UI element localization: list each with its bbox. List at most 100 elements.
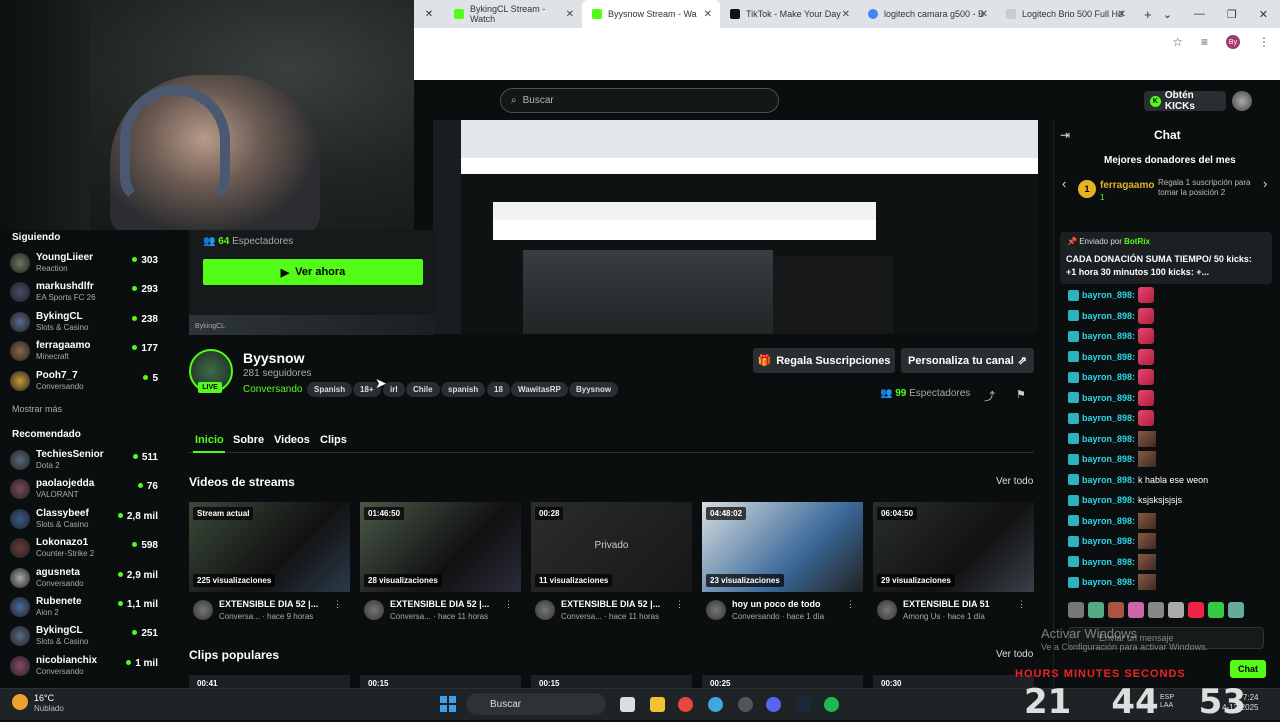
video-card[interactable]: 04:48:02 23 visualizaciones hoy un poco de… (702, 502, 863, 624)
menu-icon[interactable]: ⋮ (1258, 35, 1270, 49)
tab-videos[interactable]: Videos (274, 434, 310, 446)
video-thumbnail[interactable]: 01:46:50 28 visualizaciones (360, 502, 521, 592)
emote-icon[interactable] (1208, 602, 1224, 618)
tab-clips[interactable]: Clips (320, 434, 347, 446)
sidebar-channel[interactable]: Classybeef Slots & Casino 2,8 mil (10, 505, 160, 533)
tab-sobre[interactable]: Sobre (233, 434, 264, 446)
donor-name[interactable]: ferragaamo (1100, 180, 1154, 191)
close-icon[interactable]: ✕ (566, 9, 574, 20)
chat-username[interactable]: bayron_898: (1082, 290, 1135, 300)
emote-icon[interactable] (1188, 602, 1204, 618)
video-title[interactable]: EXTENSIBLE DIA 52 |... (219, 599, 327, 609)
language-indicator[interactable]: ESP LAA (1160, 694, 1174, 711)
spotify-icon[interactable] (824, 697, 839, 712)
sidebar-channel[interactable]: nicobianchix Conversando 1 mil (10, 652, 160, 680)
close-icon[interactable]: ✕ (980, 9, 988, 20)
channel-tag[interactable]: Spanish (307, 382, 353, 397)
new-tab-button[interactable]: + (1134, 0, 1164, 28)
chat-username[interactable]: bayron_898: (1082, 577, 1135, 587)
sidebar-channel[interactable]: paolaojedda VALORANT 76 (10, 475, 160, 503)
channel-tag[interactable]: Byysnow (569, 382, 619, 397)
video-card[interactable]: Stream actual 225 visualizaciones EXTENSIB… (189, 502, 350, 624)
minimize-icon[interactable]: — (1194, 8, 1205, 20)
close-icon[interactable]: ✕ (704, 9, 712, 20)
chat-username[interactable]: bayron_898: (1082, 434, 1135, 444)
video-card[interactable]: 00:28 Privado 11 visualizaciones EXTENSIBLE… (531, 502, 692, 624)
emote-icon[interactable] (1108, 602, 1124, 618)
sidebar-channel[interactable]: agusneta Conversando 2,9 mil (10, 564, 160, 592)
chat-username[interactable]: bayron_898: (1082, 372, 1135, 382)
channel-category[interactable]: Conversando (243, 384, 302, 395)
chat-username[interactable]: bayron_898: (1082, 352, 1135, 362)
browser-tab[interactable]: BykingCL Stream - Watch ✕ (444, 0, 582, 28)
chevron-left-icon[interactable]: ‹ (1062, 176, 1066, 191)
chat-send-button[interactable]: Chat (1230, 660, 1266, 678)
emote-icon[interactable] (1088, 602, 1104, 618)
browser-tab[interactable]: TikTok - Make Your Day ✕ (720, 0, 858, 28)
video-card[interactable]: 06:04:50 29 visualizaciones EXTENSIBLE DIA… (873, 502, 1034, 624)
windows-start-icon[interactable] (440, 696, 456, 712)
browser-tab[interactable]: logitech camara g500 - B ✕ (858, 0, 996, 28)
chat-username[interactable]: bayron_898: (1082, 495, 1135, 505)
chat-username[interactable]: bayron_898: (1082, 516, 1135, 526)
share-icon[interactable]: ⤴ (984, 388, 995, 404)
close-icon[interactable]: ✕ (1118, 9, 1126, 20)
task-view-icon[interactable] (620, 697, 635, 712)
see-all-clips-link[interactable]: Ver todo (996, 649, 1033, 660)
video-title[interactable]: EXTENSIBLE DIA 51 (903, 599, 1011, 609)
taskbar-search[interactable]: Buscar (466, 693, 606, 715)
chat-username[interactable]: bayron_898: (1082, 413, 1135, 423)
tab-close-icon[interactable]: ✕ (414, 0, 444, 28)
chat-username[interactable]: bayron_898: (1082, 454, 1135, 464)
video-thumbnail[interactable]: 06:04:50 29 visualizaciones (873, 502, 1034, 592)
video-title[interactable]: EXTENSIBLE DIA 52 |... (390, 599, 498, 609)
chat-username[interactable]: bayron_898: (1082, 331, 1135, 341)
browser-tab-active[interactable]: Byysnow Stream - Wa ✕ (582, 0, 720, 28)
browser-tab[interactable]: Logitech Brio 500 Full Hd ✕ (996, 0, 1134, 28)
chat-username[interactable]: bayron_898: (1082, 536, 1135, 546)
get-kicks-button[interactable]: K Obtén KICKs (1144, 90, 1226, 112)
search-input[interactable]: ⌕ Buscar (500, 88, 779, 113)
donor-prompt[interactable]: Regala 1 suscripción para tomar la posic… (1158, 178, 1258, 197)
channel-tag[interactable]: 18 (487, 382, 510, 397)
video-card[interactable]: 01:46:50 28 visualizaciones EXTENSIBLE DIA… (360, 502, 521, 624)
emote-icon[interactable] (1068, 602, 1084, 618)
sidebar-channel[interactable]: TechiesSenior Dota 2 511 (10, 446, 160, 474)
emote-icon[interactable] (1228, 602, 1244, 618)
file-explorer-icon[interactable] (650, 697, 665, 712)
sidebar-channel[interactable]: BykingCL Slots & Casino 238 (10, 308, 160, 336)
collapse-chat-icon[interactable]: ⇥ (1060, 128, 1070, 142)
emote-icon[interactable] (1128, 602, 1144, 618)
close-icon[interactable]: ✕ (1259, 8, 1268, 21)
channel-tag[interactable]: WawitasRP (511, 382, 568, 397)
chat-username[interactable]: bayron_898: (1082, 475, 1135, 485)
obs-icon[interactable] (738, 697, 753, 712)
watch-now-button[interactable]: ▶ Ver ahora (203, 259, 423, 285)
chat-username[interactable]: bayron_898: (1082, 311, 1135, 321)
channel-tag[interactable]: spanish (441, 382, 486, 397)
sidebar-channel[interactable]: Rubenete Aion 2 1,1 mil (10, 593, 160, 621)
tab-inicio[interactable]: Inicio (195, 434, 224, 446)
more-options-icon[interactable]: ⋮ (675, 599, 684, 610)
sidebar-channel[interactable]: ferragaamo Minecraft 177 (10, 337, 160, 365)
clock[interactable]: 7:24 4-12-2025 (1222, 693, 1258, 714)
video-thumbnail[interactable]: 00:28 Privado 11 visualizaciones (531, 502, 692, 592)
steam-icon[interactable] (795, 697, 810, 712)
show-more-link[interactable]: Mostrar más (12, 404, 62, 414)
gift-subs-button[interactable]: 🎁 Regala Suscripciones (753, 348, 895, 373)
video-title[interactable]: EXTENSIBLE DIA 52 |... (561, 599, 669, 609)
more-options-icon[interactable]: ⋮ (846, 599, 855, 610)
sidebar-channel[interactable]: BykingCL Slots & Casino 251 (10, 622, 160, 650)
customize-channel-button[interactable]: Personaliza tu canal ⇗ (901, 348, 1034, 373)
more-options-icon[interactable]: ⋮ (1017, 599, 1026, 610)
sidebar-channel[interactable]: markushdlfr EA Sports FC 26 293 (10, 278, 160, 306)
emote-icon[interactable] (1148, 602, 1164, 618)
chat-username[interactable]: bayron_898: (1082, 557, 1135, 567)
edge-icon[interactable] (708, 697, 723, 712)
media-icon[interactable]: ≡ (1201, 35, 1208, 49)
more-icon[interactable]: ⚑ (1016, 388, 1026, 401)
emote-icon[interactable] (1168, 602, 1184, 618)
chevron-down-icon[interactable]: ⌄ (1163, 8, 1172, 21)
maximize-icon[interactable]: ❐ (1227, 8, 1237, 21)
close-icon[interactable]: ✕ (842, 9, 850, 20)
